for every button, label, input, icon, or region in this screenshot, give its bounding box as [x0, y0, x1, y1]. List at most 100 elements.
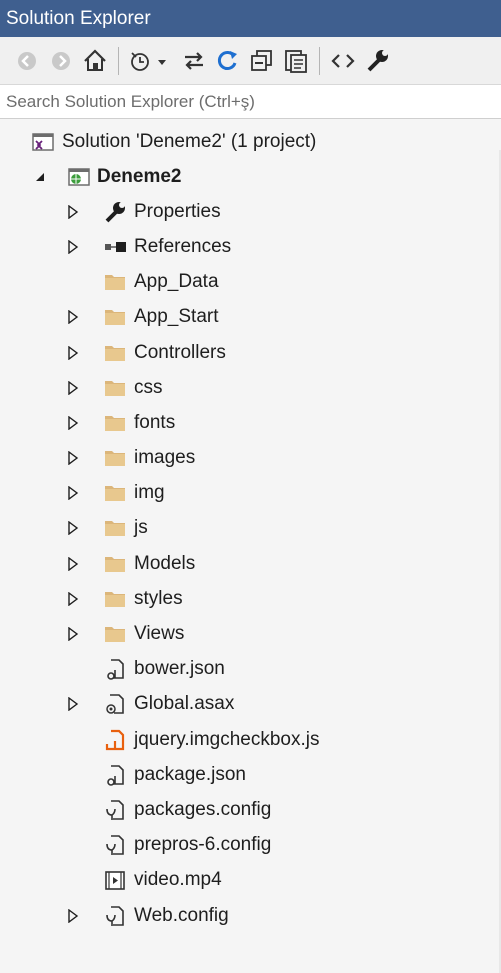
search-placeholder: Search Solution Explorer (Ctrl+ş): [6, 91, 255, 111]
config-file-icon: [104, 799, 126, 821]
json-file-icon: [104, 764, 126, 786]
tree-item-label: Solution 'Deneme2' (1 project): [62, 131, 317, 152]
tree-item-label: Web.config: [134, 904, 229, 926]
config-file-icon: [104, 905, 126, 927]
expand-arrow-icon[interactable]: [66, 204, 80, 219]
panel-title: Solution Explorer: [6, 7, 151, 29]
tree-item[interactable]: App_Start: [0, 300, 501, 335]
tree-item-label: jquery.imgcheckbox.js: [134, 728, 320, 750]
tree-item-label: Models: [134, 552, 196, 574]
expand-arrow-icon[interactable]: [66, 380, 80, 395]
tree-item-solution[interactable]: Solution 'Deneme2' (1 project): [0, 125, 501, 159]
tree-item[interactable]: prepros-6.config: [0, 828, 501, 863]
json-file-icon: [104, 658, 126, 681]
expand-arrow-icon[interactable]: [66, 486, 80, 501]
expand-arrow-icon[interactable]: [66, 345, 80, 360]
tree-item-label: package.json: [134, 763, 246, 785]
panel-title-bar: Solution Explorer: [0, 0, 501, 37]
folder-icon: [104, 306, 126, 328]
tree-item-label: Deneme2: [97, 165, 182, 187]
tree-item[interactable]: packages.config: [0, 792, 501, 827]
tree-item[interactable]: css: [0, 370, 501, 405]
view-code-icon[interactable]: [328, 46, 358, 76]
toolbar: [0, 37, 501, 85]
wrench-icon: [104, 201, 126, 223]
tree-item[interactable]: App_Data: [0, 265, 501, 300]
home-icon[interactable]: [80, 46, 110, 76]
tree-item[interactable]: styles: [0, 581, 501, 616]
asax-file-icon: [104, 693, 126, 715]
tree-item[interactable]: package.json: [0, 757, 501, 792]
folder-icon: [104, 447, 126, 469]
collapse-all-icon[interactable]: [247, 46, 277, 76]
folder-icon: [104, 517, 126, 539]
tree-item-label: Properties: [134, 200, 221, 222]
expand-arrow-icon[interactable]: [66, 908, 80, 923]
tree-item-label: js: [134, 517, 148, 539]
tree-item-label: images: [134, 447, 196, 469]
folder-icon: [104, 553, 126, 575]
tree-item[interactable]: jquery.imgcheckbox.js: [0, 722, 501, 757]
show-all-files-icon[interactable]: [281, 46, 311, 76]
refresh-icon[interactable]: [213, 46, 243, 76]
references-icon: [104, 236, 126, 258]
back-icon[interactable]: [12, 46, 42, 76]
tree-item-label: prepros-6.config: [134, 834, 272, 856]
search-input[interactable]: Search Solution Explorer (Ctrl+ş): [0, 85, 501, 119]
folder-icon: [104, 623, 126, 645]
tree-item[interactable]: bower.json: [0, 652, 501, 687]
solution-icon: [32, 131, 54, 153]
tree-item-label: video.mp4: [134, 869, 222, 891]
expand-arrow-icon[interactable]: [66, 451, 80, 466]
expand-arrow-icon[interactable]: [66, 591, 80, 606]
folder-icon: [104, 271, 126, 293]
video-file-icon: [104, 869, 126, 891]
tree-item[interactable]: Global.asax: [0, 687, 501, 722]
tree-item-label: App_Data: [134, 271, 219, 293]
tree-item[interactable]: Controllers: [0, 335, 501, 370]
expand-arrow-icon[interactable]: [66, 239, 80, 254]
properties-wrench-icon[interactable]: [362, 46, 392, 76]
config-file-icon: [104, 834, 126, 856]
toolbar-separator: [118, 46, 119, 75]
tree-item[interactable]: fonts: [0, 405, 501, 440]
tree-item[interactable]: References: [0, 229, 501, 264]
tree-item-label: References: [134, 235, 232, 257]
folder-icon: [104, 412, 126, 434]
tree-item-label: img: [134, 482, 165, 504]
tree-item[interactable]: img: [0, 476, 501, 511]
history-icon[interactable]: [127, 46, 175, 76]
tree-item-label: packages.config: [134, 798, 272, 820]
folder-icon: [104, 482, 126, 504]
tree-item[interactable]: Web.config: [0, 898, 501, 933]
tree-item[interactable]: Models: [0, 546, 501, 581]
tree-item[interactable]: Properties: [0, 194, 501, 229]
web-project-icon: [68, 166, 90, 188]
tree-item-label: bower.json: [134, 658, 225, 680]
expand-arrow-icon[interactable]: [66, 415, 80, 430]
expand-arrow-icon[interactable]: [66, 627, 80, 642]
tree-item[interactable]: js: [0, 511, 501, 546]
forward-icon[interactable]: [46, 46, 76, 76]
sync-icon[interactable]: [179, 46, 209, 76]
tree-item[interactable]: video.mp4: [0, 863, 501, 898]
tree-item-label: styles: [134, 587, 183, 609]
tree-item-label: App_Start: [134, 306, 219, 328]
tree-item-project[interactable]: Deneme2: [0, 159, 501, 194]
collapse-arrow-icon[interactable]: [33, 170, 47, 184]
tree-item-label: Global.asax: [134, 693, 235, 715]
js-file-icon: [104, 729, 126, 751]
expand-arrow-icon[interactable]: [66, 556, 80, 571]
folder-icon: [104, 342, 126, 364]
tree-item[interactable]: images: [0, 441, 501, 476]
expand-arrow-icon[interactable]: [66, 521, 80, 536]
expand-arrow-icon[interactable]: [66, 697, 80, 712]
expand-arrow-icon[interactable]: [66, 310, 80, 325]
tree-item[interactable]: Views: [0, 616, 501, 651]
tree-item-label: css: [134, 376, 163, 398]
toolbar-separator: [319, 46, 320, 75]
folder-icon: [104, 377, 126, 399]
tree-item-label: fonts: [134, 411, 176, 433]
tree-item-label: Views: [134, 623, 185, 645]
folder-icon: [104, 588, 126, 610]
